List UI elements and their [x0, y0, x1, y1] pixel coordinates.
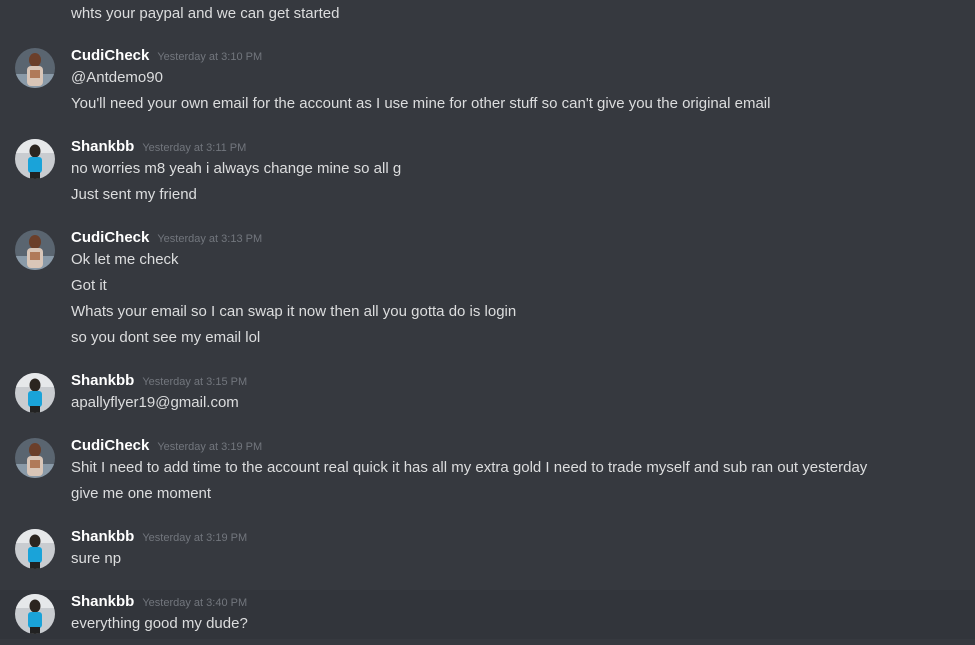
message-header: CudiCheck Yesterday at 3:13 PM: [71, 228, 262, 248]
message-text: no worries m8 yeah i always change mine …: [71, 160, 402, 177]
username[interactable]: Shankbb: [71, 372, 134, 389]
message-text: whts your paypal and we can get started: [71, 5, 340, 22]
timestamp: Yesterday at 3:15 PM: [142, 376, 248, 388]
message-text: sure np: [71, 550, 122, 567]
message-header: Shankbb Yesterday at 3:11 PM: [71, 137, 246, 157]
message-text: give me one moment: [71, 485, 212, 502]
message-header: Shankbb Yesterday at 3:19 PM: [71, 527, 247, 547]
username[interactable]: CudiCheck: [71, 229, 149, 246]
avatar[interactable]: [15, 438, 55, 478]
message-header: Shankbb Yesterday at 3:15 PM: [71, 371, 247, 391]
message-text: everything good my dude?: [71, 615, 248, 632]
message-text: Whats your email so I can swap it now th…: [71, 303, 517, 320]
avatar[interactable]: [15, 230, 55, 270]
chat-messages: whts your paypal and we can get started C…: [0, 0, 975, 645]
message-text: Ok let me check: [71, 251, 179, 268]
timestamp: Yesterday at 3:19 PM: [142, 532, 248, 544]
username[interactable]: CudiCheck: [71, 47, 149, 64]
avatar[interactable]: [15, 373, 55, 413]
avatar[interactable]: [15, 48, 55, 88]
username[interactable]: CudiCheck: [71, 437, 149, 454]
username[interactable]: Shankbb: [71, 593, 134, 610]
message-text: so you dont see my email lol: [71, 329, 261, 346]
timestamp: Yesterday at 3:40 PM: [142, 597, 248, 609]
message-text: You'll need your own email for the accou…: [71, 95, 771, 112]
username[interactable]: Shankbb: [71, 138, 134, 155]
message-text: apallyflyer19@gmail.com: [71, 394, 239, 411]
timestamp: Yesterday at 3:11 PM: [142, 142, 247, 154]
message-header: CudiCheck Yesterday at 3:10 PM: [71, 46, 262, 66]
timestamp: Yesterday at 3:10 PM: [157, 51, 263, 63]
message-text: Got it: [71, 277, 107, 294]
message-text: Just sent my friend: [71, 186, 197, 203]
timestamp: Yesterday at 3:13 PM: [157, 233, 263, 245]
username[interactable]: Shankbb: [71, 528, 134, 545]
message-text: @Antdemo90: [71, 69, 163, 86]
message-text: Shit I need to add time to the account r…: [71, 459, 868, 476]
avatar[interactable]: [15, 139, 55, 179]
message-header: Shankbb Yesterday at 3:40 PM: [71, 592, 247, 612]
timestamp: Yesterday at 3:19 PM: [157, 441, 263, 453]
avatar[interactable]: [15, 594, 55, 634]
message-header: CudiCheck Yesterday at 3:19 PM: [71, 436, 262, 456]
avatar[interactable]: [15, 529, 55, 569]
